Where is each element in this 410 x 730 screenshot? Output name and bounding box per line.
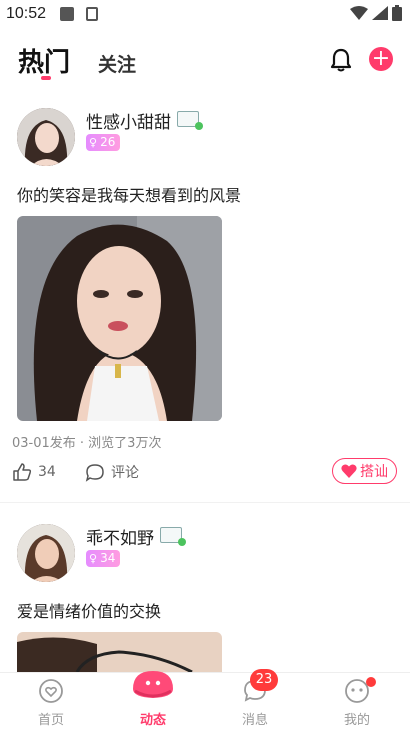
- moments-icon: [133, 671, 173, 698]
- divider: [0, 502, 410, 503]
- status-time: 10:52: [6, 5, 47, 22]
- avatar[interactable]: [17, 108, 75, 166]
- comment-button[interactable]: 评论: [85, 462, 139, 482]
- nav-home[interactable]: 首页: [0, 673, 102, 730]
- battery-icon: [392, 5, 402, 21]
- wifi-icon: [350, 6, 368, 20]
- chat-up-button[interactable]: 搭讪: [332, 458, 397, 484]
- status-bar: 10:52: [0, 0, 410, 30]
- age-badge: ♀ 26: [86, 134, 121, 151]
- comment-bubble-icon: [85, 464, 104, 482]
- avatar[interactable]: [17, 524, 75, 582]
- age-value: 26: [100, 135, 116, 149]
- comment-label: 评论: [111, 465, 139, 481]
- tab-hot[interactable]: 热门: [18, 42, 70, 79]
- gender-icon: ♀: [89, 136, 98, 149]
- chat-up-label: 搭讪: [360, 464, 388, 480]
- post-photo[interactable]: [17, 632, 222, 672]
- add-post-button[interactable]: +: [369, 47, 393, 71]
- post-meta: 03-01发布 · 浏览了3万次: [12, 436, 162, 451]
- gender-icon: ♀: [89, 552, 98, 565]
- home-heart-icon: [39, 679, 63, 703]
- nav-profile[interactable]: 我的: [306, 673, 408, 730]
- username[interactable]: 乖不如野: [86, 524, 154, 549]
- post-caption: 你的笑容是我每天想看到的风景: [17, 186, 242, 205]
- age-badge: ♀ 34: [86, 550, 121, 567]
- nav-messages-label: 消息: [241, 713, 268, 728]
- nav-home-label: 首页: [37, 713, 64, 728]
- id-verified-icon: [177, 111, 203, 130]
- notification-dot: [366, 677, 376, 687]
- active-tab-indicator: [41, 76, 51, 80]
- tab-follow[interactable]: 关注: [98, 50, 136, 77]
- status-icons: [350, 5, 402, 21]
- unread-messages-badge: 23: [250, 669, 278, 691]
- nav-moments-label: 动态: [139, 713, 166, 728]
- nav-moments[interactable]: 动态: [102, 671, 204, 730]
- bottom-nav: 首页 动态 消息 23 我的: [0, 669, 410, 730]
- heart-icon: [341, 464, 357, 478]
- nav-profile-label: 我的: [343, 713, 370, 728]
- thumbs-up-icon: [13, 463, 32, 481]
- like-button[interactable]: 34: [12, 462, 56, 482]
- notification-app-icon-2: [86, 7, 98, 21]
- post-photo[interactable]: [17, 216, 222, 421]
- post-actions: 34 评论 搭讪: [12, 458, 397, 488]
- id-verified-icon: [160, 527, 186, 546]
- age-value: 34: [100, 551, 116, 565]
- like-count: 34: [38, 464, 56, 480]
- signal-icon: [372, 6, 388, 20]
- notification-app-icon: [60, 7, 74, 21]
- top-header: 热门 关注 +: [0, 38, 410, 84]
- username[interactable]: 性感小甜甜: [86, 108, 171, 133]
- post-caption: 爱是情绪价值的交换: [17, 602, 162, 621]
- bell-icon[interactable]: [328, 47, 354, 73]
